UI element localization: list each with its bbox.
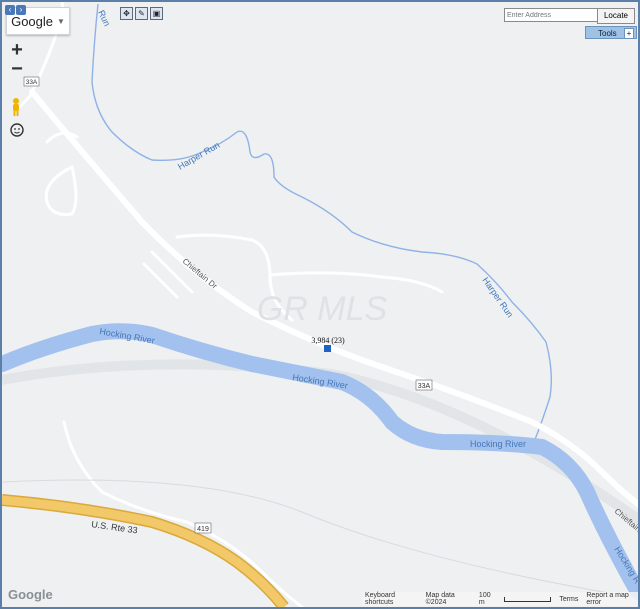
map-data-attribution: Map data ©2024 (425, 592, 455, 606)
tools-button[interactable]: Tools + (585, 26, 637, 39)
polygon-tool-icon[interactable]: ▣ (150, 7, 163, 20)
shield-33a-1-label: 33A (26, 79, 38, 86)
locate-button[interactable]: Locate (597, 8, 635, 24)
shield-419-label: 419 (197, 526, 209, 533)
move-tool-icon[interactable]: ✥ (120, 7, 133, 20)
terms-link[interactable]: Terms (559, 596, 578, 603)
scale-bar (503, 596, 552, 602)
map-frame: 33A 33A 419 GR MLS Run Harper Run Harper… (0, 0, 640, 609)
google-logo: Google (8, 587, 53, 602)
mls-watermark: GR MLS (257, 290, 388, 328)
marker-count-label: 3,984 (23) (311, 336, 345, 345)
pegman-icon[interactable] (8, 97, 24, 117)
map-footer: Keyboard shortcuts Map data ©2024 100 m … (362, 592, 638, 606)
chevron-down-icon: ▼ (57, 16, 65, 26)
scale-label[interactable]: 100 m (479, 592, 496, 606)
map-canvas[interactable]: 33A 33A 419 GR MLS Run Harper Run Harper… (2, 2, 638, 607)
address-search-input[interactable] (504, 8, 598, 22)
report-error-link[interactable]: Report a map error (586, 592, 638, 606)
arrow-right-icon[interactable]: › (16, 5, 26, 15)
shield-33a-2-label: 33A (418, 383, 431, 390)
draw-tool-icon[interactable]: ✎ (135, 7, 148, 20)
zoom-out-button[interactable]: − (5, 59, 29, 80)
nav-arrows: ‹ › (5, 5, 26, 15)
keyboard-shortcuts-link[interactable]: Keyboard shortcuts (365, 592, 418, 606)
hocking-river-label-3: Hocking River (470, 439, 526, 449)
plus-icon[interactable]: + (624, 28, 634, 39)
tools-label: Tools (598, 29, 617, 38)
draw-tools: ✥ ✎ ▣ (120, 7, 163, 20)
listing-marker[interactable] (324, 345, 331, 352)
google-dropdown-label: Google (11, 13, 53, 29)
arrow-left-icon[interactable]: ‹ (5, 5, 15, 15)
feedback-icon[interactable] (8, 121, 26, 139)
